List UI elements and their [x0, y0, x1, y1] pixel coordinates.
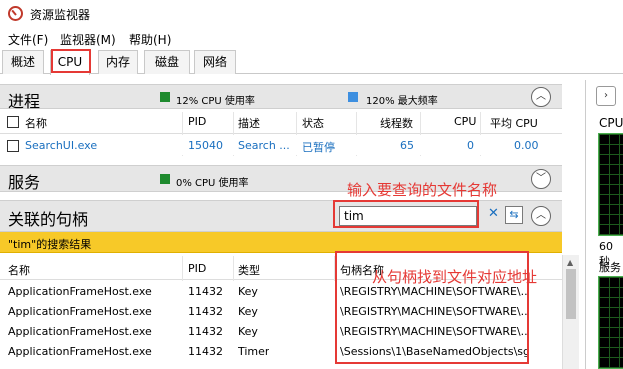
collapse-chevron-up-icon[interactable]: ︿	[531, 87, 551, 107]
process-cpu: 0	[467, 139, 474, 152]
title-bar: 资源监视器	[0, 0, 623, 27]
search-result-bar: "tim"的搜索结果	[0, 232, 562, 253]
col-handle-pid[interactable]: PID	[188, 262, 206, 275]
services-cpu-usage: 0% CPU 使用率	[176, 178, 249, 189]
resource-monitor-window: 资源监视器 文件(F) 监视器(M) 帮助(H) 概述 CPU 内存 磁盘 网络…	[0, 0, 623, 369]
handle-search-input[interactable]	[339, 206, 477, 226]
col-avg-cpu[interactable]: 平均 CPU	[490, 115, 538, 131]
process-threads: 65	[400, 139, 414, 152]
process-pid: 15040	[188, 139, 223, 152]
menu-bar: 文件(F) 监视器(M) 帮助(H)	[0, 29, 623, 49]
handle-pid: 11432	[188, 285, 223, 298]
cpu-usage-square-icon	[160, 92, 170, 102]
menu-file[interactable]: 文件(F)	[8, 31, 48, 48]
process-row[interactable]: SearchUI.exe 15040 Search ... 已暂停 65 0 0…	[0, 135, 562, 155]
handles-header[interactable]: 关联的句柄 ︿	[0, 200, 562, 232]
menu-help[interactable]: 帮助(H)	[129, 31, 171, 48]
tab-memory[interactable]: 内存	[98, 50, 138, 74]
expand-right-arrow-icon[interactable]: ›	[596, 86, 616, 106]
handle-name: \Sessions\1\BaseNamedObjects\sg...	[340, 345, 528, 358]
scroll-up-arrow-icon[interactable]: ▲	[567, 258, 573, 267]
processes-title: 进程	[8, 92, 41, 111]
process-name: SearchUI.exe	[25, 139, 98, 152]
process-desc: Search ...	[238, 139, 290, 152]
handle-proc-name: ApplicationFrameHost.exe	[8, 325, 152, 338]
resource-monitor-icon	[8, 6, 23, 21]
services-graph	[598, 276, 623, 369]
handle-row[interactable]: ApplicationFrameHost.exe 11432 Key \REGI…	[0, 321, 562, 341]
col-name[interactable]: 名称	[25, 115, 47, 131]
process-status: 已暂停	[302, 141, 335, 154]
expand-chevron-down-icon[interactable]: ﹀	[531, 169, 551, 189]
menu-monitor[interactable]: 监视器(M)	[60, 31, 116, 48]
handles-scrollbar[interactable]: ▲	[562, 255, 579, 369]
tab-disk[interactable]: 磁盘	[144, 50, 190, 74]
processes-cpu-usage: 12% CPU 使用率	[176, 96, 255, 107]
handle-pid: 11432	[188, 345, 223, 358]
search-refresh-icon[interactable]: ⇆	[505, 206, 523, 224]
processes-max-freq: 120% 最大频率	[366, 96, 438, 107]
annotation-handle-hint: 从句柄找到文件对应地址	[372, 268, 538, 286]
clear-search-icon[interactable]: ✕	[488, 206, 499, 221]
search-result-label: "tim"的搜索结果	[8, 238, 92, 251]
tab-network[interactable]: 网络	[194, 50, 236, 74]
graph-title: CPU	[599, 116, 623, 130]
col-cpu[interactable]: CPU	[454, 115, 476, 128]
handle-row-partial	[0, 361, 562, 369]
process-avg-cpu: 0.00	[514, 139, 539, 152]
handle-pid: 11432	[188, 325, 223, 338]
window-title: 资源监视器	[30, 8, 91, 22]
processes-column-header: 名称 PID 描述 状态 线程数 CPU 平均 CPU	[0, 111, 562, 134]
handle-name: \REGISTRY\MACHINE\SOFTWARE\...	[340, 305, 528, 318]
cpu-usage-square-icon	[160, 174, 170, 184]
tab-bar: 概述 CPU 内存 磁盘 网络	[0, 49, 623, 75]
handle-pid: 11432	[188, 305, 223, 318]
col-handle-proc-name[interactable]: 名称	[8, 262, 30, 278]
collapse-chevron-up-icon[interactable]: ︿	[531, 206, 551, 226]
services-title: 服务	[8, 173, 41, 192]
handle-type: Key	[238, 325, 258, 338]
processes-header[interactable]: 进程 12% CPU 使用率 120% 最大频率 ︿	[0, 84, 562, 111]
right-graph-panel: › CPU 60 秒 服务	[585, 80, 623, 369]
max-freq-square-icon	[348, 92, 358, 102]
handle-proc-name: ApplicationFrameHost.exe	[8, 345, 152, 358]
handle-row[interactable]: ApplicationFrameHost.exe 11432 Key \REGI…	[0, 301, 562, 321]
col-pid[interactable]: PID	[188, 115, 206, 128]
cpu-graph	[598, 133, 623, 236]
handle-type: Key	[238, 305, 258, 318]
handle-proc-name: ApplicationFrameHost.exe	[8, 305, 152, 318]
col-status[interactable]: 状态	[302, 115, 324, 131]
col-desc[interactable]: 描述	[238, 115, 260, 131]
process-checkbox[interactable]	[7, 140, 19, 152]
tab-cpu[interactable]: CPU	[50, 50, 90, 75]
handle-row[interactable]: ApplicationFrameHost.exe 11432 Timer \Se…	[0, 341, 562, 361]
select-all-checkbox[interactable]	[7, 116, 19, 128]
handles-title: 关联的句柄	[8, 210, 89, 229]
handle-type: Timer	[238, 345, 270, 358]
tab-overview[interactable]: 概述	[2, 50, 44, 74]
annotation-search-hint: 输入要查询的文件名称	[347, 181, 498, 199]
handle-type: Key	[238, 285, 258, 298]
handle-name: \REGISTRY\MACHINE\SOFTWARE\...	[340, 325, 528, 338]
handle-proc-name: ApplicationFrameHost.exe	[8, 285, 152, 298]
services-graph-label: 服务	[599, 261, 621, 274]
scroll-thumb[interactable]	[566, 269, 576, 319]
col-threads[interactable]: 线程数	[380, 115, 413, 131]
col-handle-type[interactable]: 类型	[238, 262, 260, 278]
